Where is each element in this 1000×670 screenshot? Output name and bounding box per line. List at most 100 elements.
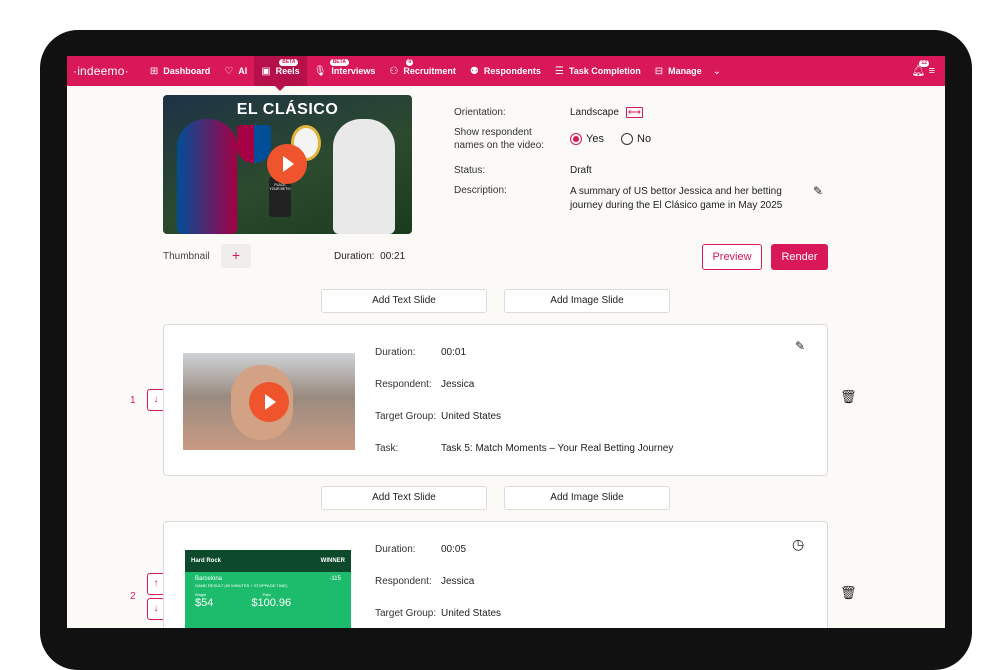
play-icon[interactable] [267, 144, 307, 184]
slide-duration-label: Duration: [375, 347, 416, 358]
add-text-slide-button[interactable]: Add Text Slide [321, 486, 487, 510]
arrow-up-icon: ↑ [153, 578, 159, 589]
bet-labels: Wager Paid [185, 588, 351, 597]
nav-dashboard-label: Dashboard [163, 66, 211, 76]
nav-manage[interactable]: ⊟ Manage ⌄ [648, 56, 728, 86]
slide-target-group-label: Target Group: [375, 411, 437, 422]
render-button[interactable]: Render [771, 244, 828, 270]
briefcase-icon: ⊟ [654, 65, 664, 77]
thumbnail-title: EL CLÁSICO [236, 101, 339, 118]
bet-status: WINNER [320, 558, 345, 564]
status-label: Status: [454, 165, 486, 176]
nav-interviews[interactable]: 🎙 BETA Interviews [307, 56, 383, 86]
nav-respondents-label: Respondents [483, 66, 541, 76]
nav-manage-label: Manage [668, 66, 702, 76]
bet-odds: -115 [329, 576, 341, 582]
slide-respondent-value: Jessica [441, 576, 475, 587]
slide-duration-value: 00:05 [441, 544, 467, 555]
slide-task-value: Task 5: Match Moments – Your Real Bettin… [441, 443, 674, 454]
add-text-slide-button[interactable]: Add Text Slide [321, 289, 487, 313]
slide-number: 2 [130, 591, 136, 602]
people-add-icon: ⚇ [389, 65, 399, 77]
list-check-icon: ☰ [554, 65, 564, 77]
top-nav: ·indeemo· ⊞ Dashboard ♡ AI ▣ BETA Reels … [67, 56, 945, 91]
chevron-down-icon: ⌄ [712, 65, 721, 77]
nav-recruitment[interactable]: ⚇ 0 Recruitment [382, 56, 462, 86]
description-text: A summary of US bettor Jessica and her b… [570, 186, 783, 211]
slide-respondent-label: Respondent: [375, 379, 432, 390]
orientation-value: Landscape [570, 107, 619, 118]
reel-duration: Duration: 00:21 [334, 251, 405, 262]
slide-respondent-value: Jessica [441, 379, 475, 390]
edit-pencil-icon[interactable]: ✎ [813, 184, 823, 198]
slide-target-group-label: Target Group: [375, 608, 437, 619]
add-image-slide-button[interactable]: Add Image Slide [504, 289, 670, 313]
edit-pencil-icon[interactable]: ✎ [795, 339, 805, 353]
slide-target-group-value: United States [441, 411, 502, 422]
landscape-orientation-icon[interactable]: ⟷ [626, 107, 643, 118]
bet-amounts: $54 $100.96 [185, 597, 351, 613]
nav-ai[interactable]: ♡ AI [217, 56, 254, 86]
bet-brand: Hard Rock [191, 558, 222, 564]
bet-wager: $54 [195, 597, 214, 609]
player-left-figure [177, 119, 237, 234]
bet-team-row: Barcelona -115 [185, 572, 351, 582]
nav-reels-label: Reels [275, 66, 300, 76]
radio-no[interactable] [621, 133, 633, 145]
description-label: Description: [454, 185, 507, 196]
radio-yes[interactable] [570, 133, 582, 145]
slide-card: Duration: 00:01 Respondent: Jessica Targ… [163, 324, 828, 476]
grid-icon: ⊞ [149, 65, 159, 77]
status-value: Draft [570, 165, 592, 176]
arrow-down-icon: ↓ [153, 603, 159, 614]
bet-slip-header: Hard Rock WINNER [185, 550, 351, 572]
nav-interviews-label: Interviews [331, 66, 376, 76]
slide-duration-value: 00:01 [441, 347, 467, 358]
beta-badge: BETA [279, 59, 299, 66]
bet-market-text: GAME RESULT (90 MINUTES + STOPPAGE TIME) [195, 583, 288, 588]
nav-task-completion-label: Task Completion [568, 66, 641, 76]
reel-duration-value: 00:21 [380, 251, 406, 262]
slide-task-label: Task: [375, 443, 399, 454]
thumbnail-label: Thumbnail [163, 251, 210, 262]
slide-duration-label: Duration: [375, 544, 416, 555]
play-icon[interactable] [249, 382, 289, 422]
slide-video-thumbnail[interactable] [183, 353, 355, 450]
trash-icon[interactable]: 🗑︎ [840, 389, 857, 405]
nav-dashboard[interactable]: ⊞ Dashboard [143, 56, 217, 86]
slide-target-group-value: United States [441, 608, 502, 619]
add-image-slide-button[interactable]: Add Image Slide [504, 486, 670, 510]
radio-no-label: No [637, 133, 652, 145]
bet-team: Barcelona [195, 576, 223, 582]
mic-icon: 🎙 [313, 65, 327, 77]
show-names-label-1: Show respondent [454, 127, 532, 138]
bulb-icon: ♡ [224, 65, 234, 77]
nav-respondents[interactable]: ⚉ Respondents [463, 56, 548, 86]
phone-text: PLACE YOUR BETS! [269, 183, 291, 191]
trash-icon[interactable]: 🗑︎ [840, 585, 857, 601]
beta-badge: BETA [329, 59, 349, 66]
slide-card: Hard Rock WINNER Barcelona -115 GAME RES… [163, 521, 828, 628]
nav-recruitment-label: Recruitment [403, 66, 456, 76]
nav-task-completion[interactable]: ☰ Task Completion [548, 56, 648, 86]
preview-button[interactable]: Preview [702, 244, 762, 270]
radio-yes-label: Yes [586, 133, 604, 145]
show-names-label-2: names on the video: [454, 140, 545, 151]
notification-count: 12 [919, 60, 929, 67]
count-badge: 0 [406, 59, 414, 66]
barcelona-crest-icon [237, 125, 271, 163]
slide-number: 1 [130, 395, 136, 406]
clock-icon[interactable]: ◷ [792, 536, 804, 553]
reel-duration-label: Duration: [334, 251, 375, 262]
bet-slip-thumbnail[interactable]: Hard Rock WINNER Barcelona -115 GAME RES… [185, 550, 351, 628]
reel-thumbnail[interactable]: PLACE YOUR BETS! EL CLÁSICO [163, 95, 412, 234]
reel-icon: ▣ [261, 65, 271, 77]
app-screen: ·indeemo· ⊞ Dashboard ♡ AI ▣ BETA Reels … [67, 56, 945, 628]
player-right-figure [333, 119, 395, 234]
indeemo-logo[interactable]: ·indeemo· [73, 64, 129, 78]
add-thumbnail-button[interactable]: + [221, 244, 251, 268]
orientation-label: Orientation: [454, 107, 506, 118]
nav-reels[interactable]: ▣ BETA Reels [254, 56, 307, 91]
people-icon: ⚉ [469, 65, 479, 77]
arrow-down-icon: ↓ [153, 394, 159, 405]
